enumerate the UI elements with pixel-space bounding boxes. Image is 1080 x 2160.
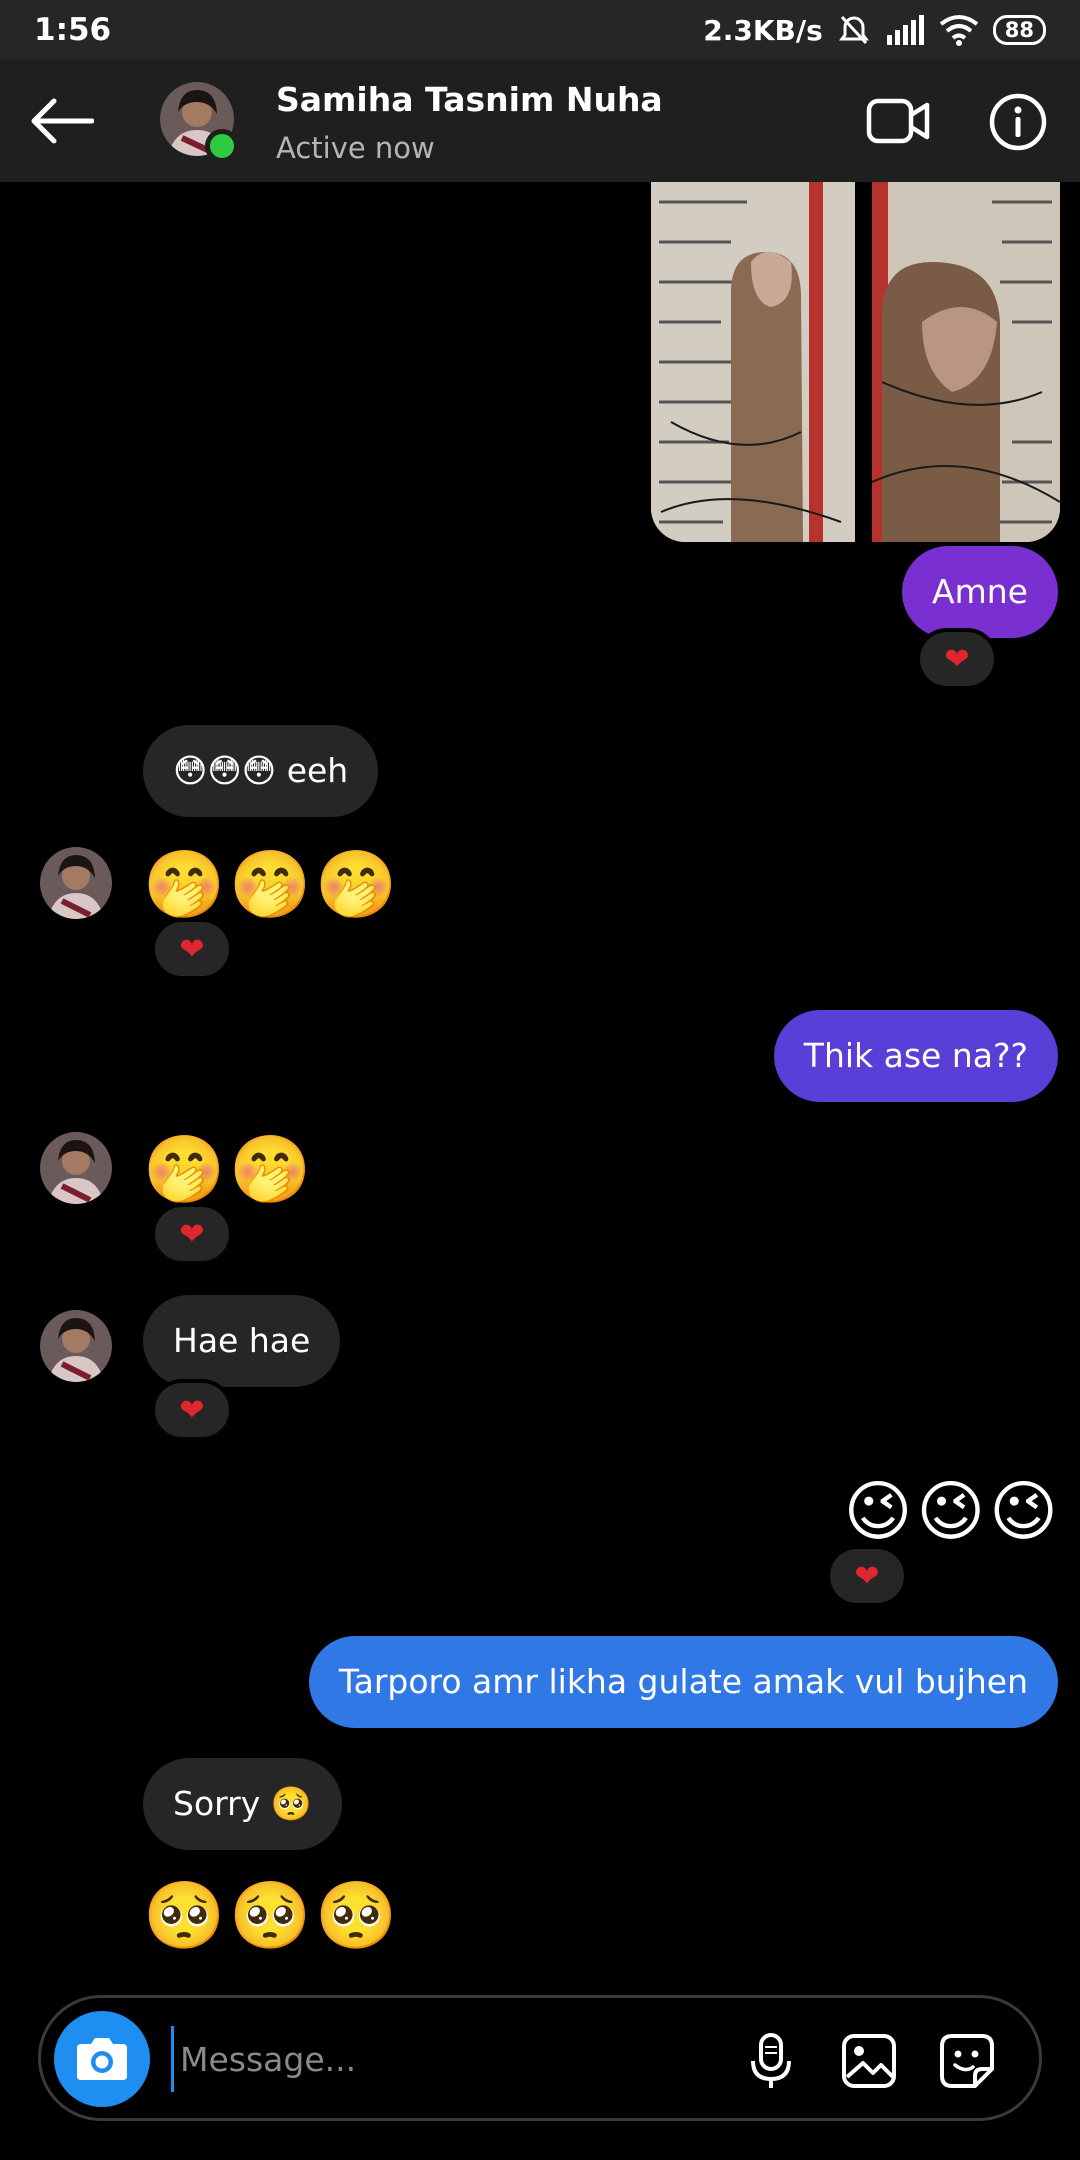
emoji-message[interactable]: 🤭🤭🤭 bbox=[143, 845, 402, 925]
mute-icon bbox=[838, 15, 869, 45]
sender-avatar[interactable] bbox=[40, 1132, 112, 1204]
message-input[interactable] bbox=[171, 2026, 731, 2092]
outgoing-message[interactable]: Amne bbox=[902, 546, 1058, 638]
sticker-icon[interactable] bbox=[937, 2031, 997, 2091]
network-speed: 2.3KB/s bbox=[703, 13, 823, 47]
wifi-icon bbox=[939, 15, 978, 46]
status-bar: 1:56 2.3KB/s 88 bbox=[0, 0, 1080, 60]
emoji-message[interactable]: 🤭🤭 bbox=[143, 1130, 315, 1210]
online-indicator bbox=[205, 129, 239, 163]
emoji-message[interactable]: 🥺🥺🥺 bbox=[143, 1876, 402, 1956]
outgoing-message[interactable]: Tarporo amr likha gulate amak vul bujhen bbox=[308, 1636, 1058, 1728]
contact-status: Active now bbox=[276, 131, 435, 165]
battery-indicator: 88 bbox=[992, 15, 1046, 45]
video-call-icon[interactable] bbox=[866, 96, 930, 146]
heart-reaction[interactable]: ❤ bbox=[826, 1545, 908, 1607]
camera-button[interactable] bbox=[54, 2011, 150, 2107]
chat-header: Samiha Tasnim Nuha Active now bbox=[0, 60, 1080, 182]
incoming-message[interactable]: Sorry 🥺 bbox=[143, 1758, 342, 1850]
info-icon[interactable] bbox=[989, 93, 1047, 151]
shared-photo[interactable] bbox=[872, 182, 1060, 542]
contact-name[interactable]: Samiha Tasnim Nuha bbox=[276, 80, 663, 119]
microphone-icon[interactable] bbox=[741, 2031, 801, 2091]
message-composer bbox=[38, 1995, 1042, 2121]
heart-reaction[interactable]: ❤ bbox=[151, 1203, 233, 1265]
gallery-icon[interactable] bbox=[839, 2031, 899, 2091]
sender-avatar[interactable] bbox=[40, 847, 112, 919]
status-time: 1:56 bbox=[34, 12, 112, 48]
shared-photo[interactable] bbox=[651, 182, 855, 542]
camera-icon bbox=[77, 2038, 127, 2080]
heart-reaction[interactable]: ❤ bbox=[151, 1379, 233, 1441]
incoming-message[interactable]: Hae hae bbox=[143, 1295, 341, 1387]
back-arrow-icon[interactable] bbox=[28, 98, 94, 144]
emoji-message[interactable]: 😉😉😉 bbox=[844, 1472, 1062, 1552]
signal-icon bbox=[886, 15, 924, 45]
heart-reaction[interactable]: ❤ bbox=[151, 918, 233, 980]
heart-reaction[interactable]: ❤ bbox=[916, 628, 998, 690]
outgoing-message[interactable]: Thik ase na?? bbox=[773, 1010, 1058, 1102]
incoming-message[interactable]: 😳😳😳 eeh bbox=[143, 725, 379, 817]
message-list[interactable]: Amne ❤ 😳😳😳 eeh 🤭🤭🤭 ❤ Thik ase na?? 🤭🤭 ❤ … bbox=[0, 182, 1080, 1982]
sender-avatar[interactable] bbox=[40, 1310, 112, 1382]
